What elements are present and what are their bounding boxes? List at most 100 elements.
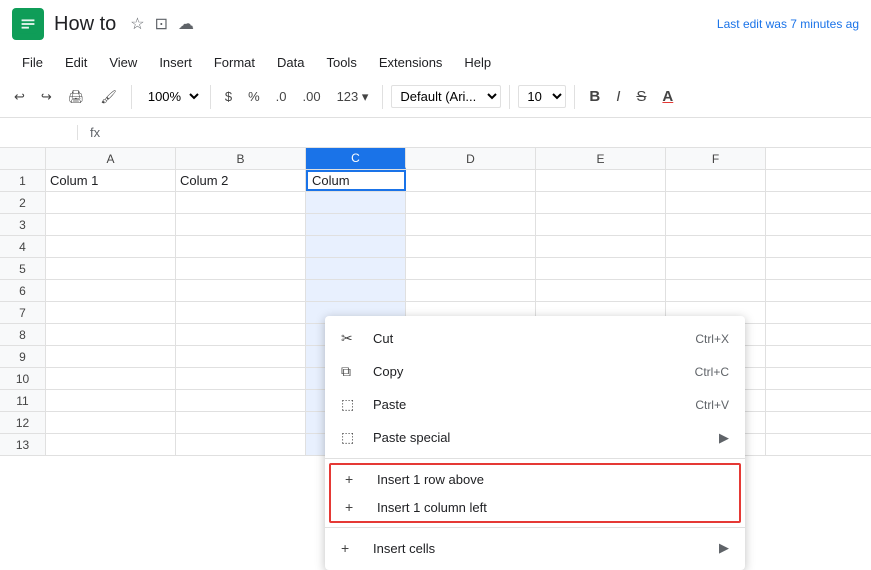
row-num-11: 11: [0, 390, 46, 411]
cell-d4[interactable]: [406, 236, 536, 257]
cell-b7[interactable]: [176, 302, 306, 323]
font-select[interactable]: Default (Ari...: [391, 85, 501, 108]
format123-button[interactable]: 123 ▾: [331, 85, 375, 109]
menu-view[interactable]: View: [99, 52, 147, 73]
col-header-e[interactable]: E: [536, 148, 666, 169]
cell-a9[interactable]: [46, 346, 176, 367]
cell-a10[interactable]: [46, 368, 176, 389]
cell-b6[interactable]: [176, 280, 306, 301]
cell-b10[interactable]: [176, 368, 306, 389]
corner-cell: [0, 148, 46, 169]
cell-d2[interactable]: [406, 192, 536, 213]
col-header-d[interactable]: D: [406, 148, 536, 169]
cell-b13[interactable]: [176, 434, 306, 455]
row-num-3: 3: [0, 214, 46, 235]
bold-button[interactable]: B: [583, 84, 606, 109]
italic-button[interactable]: I: [610, 84, 626, 109]
cell-f6[interactable]: [666, 280, 766, 301]
cell-f5[interactable]: [666, 258, 766, 279]
menu-extensions[interactable]: Extensions: [369, 52, 453, 73]
strikethrough-button[interactable]: S: [630, 84, 652, 109]
ctx-paste[interactable]: ⬚ Paste Ctrl+V: [325, 388, 745, 421]
print-button[interactable]: 🖨: [62, 85, 91, 109]
cell-c1[interactable]: Colum: [306, 170, 406, 191]
col-header-f[interactable]: F: [666, 148, 766, 169]
ctx-divider-1: [325, 458, 745, 459]
cell-b1[interactable]: Colum 2: [176, 170, 306, 191]
cell-b9[interactable]: [176, 346, 306, 367]
formula-input[interactable]: Colum 3: [112, 125, 863, 140]
menu-file[interactable]: File: [12, 52, 53, 73]
cell-a8[interactable]: [46, 324, 176, 345]
cell-c2[interactable]: [306, 192, 406, 213]
cell-b12[interactable]: [176, 412, 306, 433]
ctx-paste-special[interactable]: ⬚ Paste special ▶: [325, 421, 745, 454]
cell-b3[interactable]: [176, 214, 306, 235]
cell-reference[interactable]: C1: [8, 125, 78, 140]
ctx-insert-cells[interactable]: + Insert cells ▶: [325, 532, 745, 564]
cell-d5[interactable]: [406, 258, 536, 279]
cell-a2[interactable]: [46, 192, 176, 213]
cell-e5[interactable]: [536, 258, 666, 279]
cell-b8[interactable]: [176, 324, 306, 345]
col-header-b[interactable]: B: [176, 148, 306, 169]
cell-f2[interactable]: [666, 192, 766, 213]
cell-a12[interactable]: [46, 412, 176, 433]
decimal-increase-button[interactable]: .00: [296, 85, 326, 108]
menu-format[interactable]: Format: [204, 52, 265, 73]
cell-b11[interactable]: [176, 390, 306, 411]
cell-d1[interactable]: [406, 170, 536, 191]
cell-a1[interactable]: Colum 1: [46, 170, 176, 191]
cloud-icon[interactable]: ☁: [178, 14, 194, 34]
redo-button[interactable]: ↪: [35, 85, 58, 109]
cell-e1[interactable]: [536, 170, 666, 191]
cell-b5[interactable]: [176, 258, 306, 279]
cell-e6[interactable]: [536, 280, 666, 301]
cell-c5[interactable]: [306, 258, 406, 279]
paint-format-button[interactable]: 🖌: [94, 85, 123, 109]
cell-a4[interactable]: [46, 236, 176, 257]
menu-edit[interactable]: Edit: [55, 52, 97, 73]
cell-c6[interactable]: [306, 280, 406, 301]
zoom-select[interactable]: 100%: [140, 86, 202, 107]
cell-f3[interactable]: [666, 214, 766, 235]
row-num-7: 7: [0, 302, 46, 323]
menu-insert[interactable]: Insert: [149, 52, 202, 73]
undo-button[interactable]: ↩: [8, 85, 31, 109]
menu-tools[interactable]: Tools: [316, 52, 366, 73]
cell-a5[interactable]: [46, 258, 176, 279]
cell-a13[interactable]: [46, 434, 176, 455]
menu-help[interactable]: Help: [454, 52, 501, 73]
cell-d3[interactable]: [406, 214, 536, 235]
font-size-select[interactable]: 10: [518, 85, 566, 108]
currency-button[interactable]: $: [219, 85, 238, 108]
cell-d6[interactable]: [406, 280, 536, 301]
cell-b4[interactable]: [176, 236, 306, 257]
percent-button[interactable]: %: [242, 85, 266, 108]
cell-c3[interactable]: [306, 214, 406, 235]
col-header-c[interactable]: C: [306, 148, 406, 169]
cell-e3[interactable]: [536, 214, 666, 235]
col-header-a[interactable]: A: [46, 148, 176, 169]
decimal-decrease-button[interactable]: .0: [270, 85, 293, 108]
ctx-insert-row[interactable]: + Insert 1 row above: [331, 465, 739, 493]
cell-e4[interactable]: [536, 236, 666, 257]
cell-e2[interactable]: [536, 192, 666, 213]
table-row: 2: [0, 192, 871, 214]
cell-a6[interactable]: [46, 280, 176, 301]
ctx-cut[interactable]: ✂ Cut Ctrl+X: [325, 322, 745, 355]
row-num-4: 4: [0, 236, 46, 257]
cell-f4[interactable]: [666, 236, 766, 257]
ctx-copy[interactable]: ⧉ Copy Ctrl+C: [325, 355, 745, 388]
ctx-insert-row-label: Insert 1 row above: [377, 472, 484, 487]
cell-a3[interactable]: [46, 214, 176, 235]
cell-f1[interactable]: [666, 170, 766, 191]
drive-icon[interactable]: ⊡: [155, 14, 168, 34]
cell-a7[interactable]: [46, 302, 176, 323]
star-icon[interactable]: ☆: [130, 14, 144, 34]
cell-b2[interactable]: [176, 192, 306, 213]
menu-data[interactable]: Data: [267, 52, 314, 73]
cell-c4[interactable]: [306, 236, 406, 257]
cell-a11[interactable]: [46, 390, 176, 411]
font-color-button[interactable]: A: [656, 84, 679, 109]
